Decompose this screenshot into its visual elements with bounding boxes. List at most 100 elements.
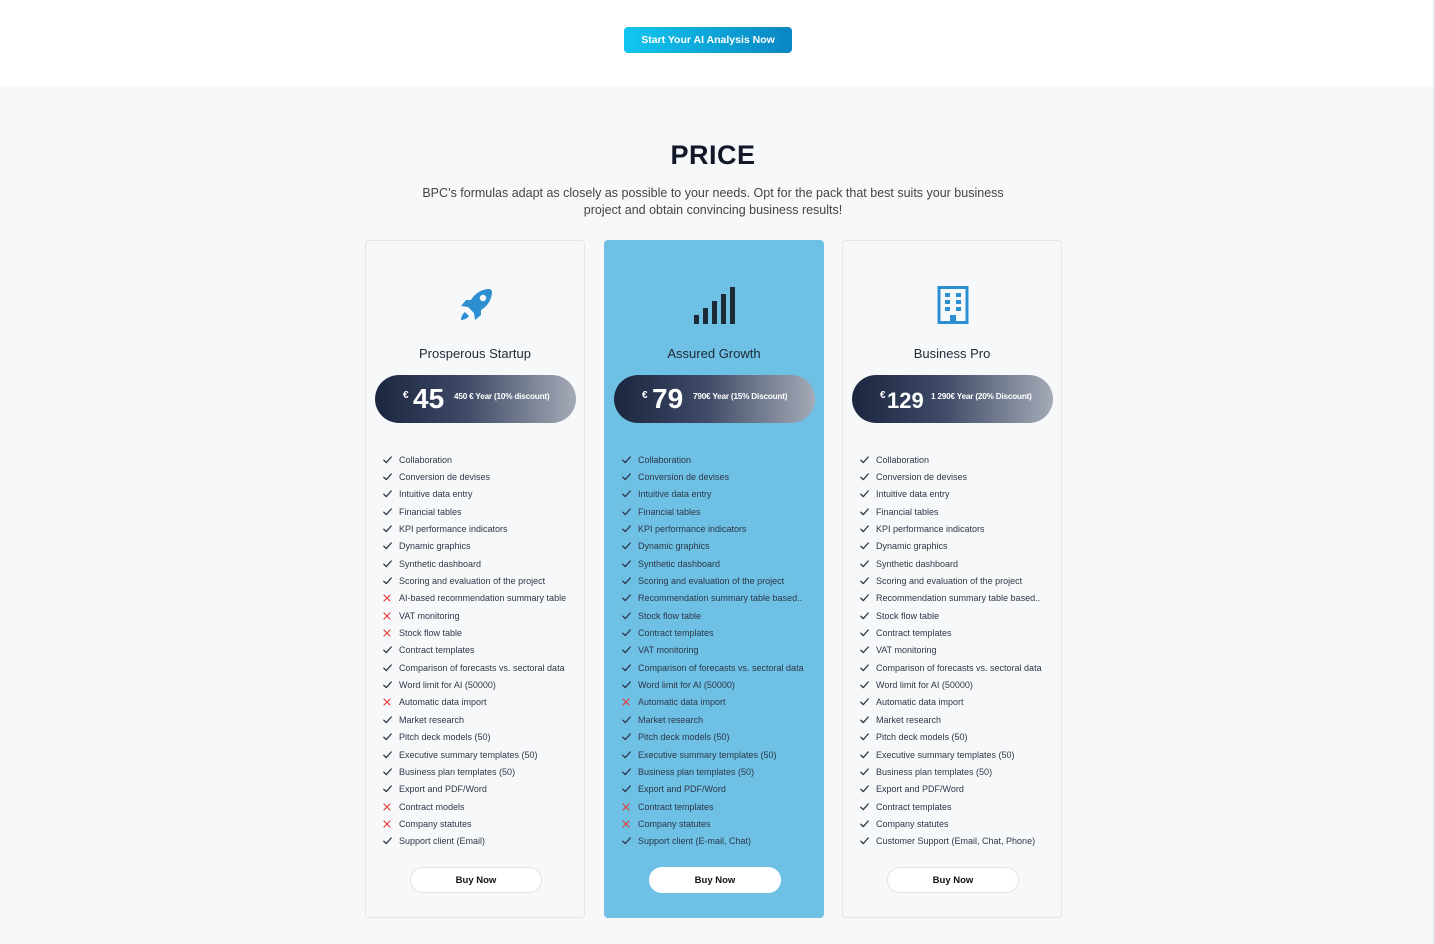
feature-label: Scoring and evaluation of the project: [876, 576, 1023, 587]
feature-item: Automatic data import: [860, 694, 1060, 711]
feature-label: Conversion de devises: [638, 472, 730, 483]
check-icon: [860, 560, 874, 568]
feature-label: Automatic data import: [399, 697, 487, 708]
check-icon: [622, 508, 636, 516]
feature-label: Collaboration: [876, 454, 930, 465]
feature-label: Support client (Email): [399, 836, 486, 847]
feature-label: Word limit for AI (50000): [399, 680, 496, 691]
feature-list: Collaboration Conversion de devises Intuit…: [622, 451, 822, 850]
check-icon: [860, 594, 874, 602]
feature-label: KPI performance indicators: [638, 524, 747, 535]
feature-label: Dynamic graphics: [399, 541, 471, 552]
feature-item: KPI performance indicators: [622, 520, 822, 537]
signal-bars-icon: [693, 285, 737, 325]
feature-label: Recommendation summary table based..: [638, 593, 803, 604]
feature-label: Executive summary templates (50): [876, 749, 1015, 760]
feature-item: Collaboration: [860, 451, 1060, 468]
check-icon: [622, 473, 636, 481]
feature-list: Collaboration Conversion de devises Intuit…: [383, 451, 583, 850]
check-icon: [622, 542, 636, 550]
feature-item: Contract templates: [622, 798, 822, 815]
check-icon: [383, 716, 397, 724]
feature-item: Business plan templates (50): [860, 763, 1060, 780]
feature-item: VAT monitoring: [860, 642, 1060, 659]
feature-label: Intuitive data entry: [399, 489, 473, 500]
check-icon: [860, 733, 874, 741]
feature-label: Contract templates: [638, 801, 714, 812]
feature-label: Contract templates: [638, 628, 714, 639]
feature-label: Market research: [399, 714, 465, 725]
feature-item: Word limit for AI (50000): [622, 676, 822, 693]
feature-item: Comparison of forecasts vs. sectoral dat…: [860, 659, 1060, 676]
price-badge: € 45 450 € Year (10% discount): [375, 375, 576, 423]
cross-icon: [622, 698, 636, 707]
feature-item: Contract models: [383, 798, 583, 815]
check-icon: [383, 646, 397, 654]
feature-label: Word limit for AI (50000): [876, 680, 973, 691]
feature-item: Stock flow table: [383, 624, 583, 641]
feature-item: Scoring and evaluation of the project: [860, 572, 1060, 589]
feature-item: Contract templates: [860, 798, 1060, 815]
feature-item: Support client (Email): [383, 833, 583, 850]
plan-name: Prosperous Startup: [418, 346, 531, 361]
check-icon: [622, 733, 636, 741]
check-icon: [622, 750, 636, 759]
buy-now-button[interactable]: Buy Now: [887, 867, 1019, 893]
feature-item: Intuitive data entry: [383, 486, 583, 503]
check-icon: [860, 698, 874, 706]
cross-icon: [622, 820, 636, 828]
feature-label: VAT monitoring: [876, 645, 937, 656]
check-icon: [383, 837, 397, 845]
feature-label: Conversion de devises: [876, 472, 968, 483]
cross-icon: [383, 698, 397, 707]
feature-item: KPI performance indicators: [383, 520, 583, 537]
feature-item: Market research: [383, 711, 583, 728]
feature-label: Business plan templates (50): [399, 766, 516, 777]
buy-now-button[interactable]: Buy Now: [410, 867, 542, 893]
feature-item: Comparison of forecasts vs. sectoral dat…: [622, 659, 822, 676]
feature-item: Stock flow table: [860, 607, 1060, 624]
feature-item: Company statutes: [860, 815, 1060, 832]
feature-label: Market research: [638, 714, 704, 725]
buy-now-button[interactable]: Buy Now: [649, 867, 781, 893]
feature-item: Scoring and evaluation of the project: [622, 572, 822, 589]
feature-item: Executive summary templates (50): [860, 746, 1060, 763]
feature-label: Automatic data import: [638, 697, 726, 708]
feature-item: Customer Support (Email, Chat, Phone): [860, 833, 1060, 850]
feature-label: Scoring and evaluation of the project: [638, 576, 785, 587]
feature-label: Stock flow table: [638, 610, 702, 621]
feature-label: Synthetic dashboard: [876, 558, 959, 569]
feature-item: Conversion de devises: [622, 468, 822, 485]
check-icon: [383, 456, 397, 464]
feature-label: VAT monitoring: [399, 610, 460, 621]
feature-item: Collaboration: [622, 451, 822, 468]
check-icon: [383, 473, 397, 481]
feature-item: Recommendation summary table based..: [622, 590, 822, 607]
cross-icon: [383, 594, 397, 603]
feature-list: Collaboration Conversion de devises Intuit…: [860, 451, 1060, 850]
feature-item: Export and PDF/Word: [622, 781, 822, 798]
feature-item: Word limit for AI (50000): [383, 676, 583, 693]
feature-label: Executive summary templates (50): [638, 749, 777, 760]
start-ai-analysis-button[interactable]: Start Your AI Analysis Now: [624, 27, 792, 53]
feature-label: Customer Support (Email, Chat, Phone): [876, 836, 1036, 847]
feature-label: Comparison of forecasts vs. sectoral dat…: [638, 662, 804, 673]
feature-label: Collaboration: [399, 454, 453, 465]
plan-name: Business Pro: [913, 346, 991, 361]
check-icon: [622, 629, 636, 637]
check-icon: [383, 542, 397, 550]
feature-item: Market research: [860, 711, 1060, 728]
feature-item: Synthetic dashboard: [383, 555, 583, 572]
feature-item: VAT monitoring: [383, 607, 583, 624]
yearly-price: 450 € Year (10% discount): [454, 392, 550, 401]
feature-label: Executive summary templates (50): [399, 749, 538, 760]
cross-icon: [622, 802, 636, 811]
feature-item: Export and PDF/Word: [383, 781, 583, 798]
feature-item: Contract templates: [622, 624, 822, 641]
feature-item: Stock flow table: [622, 607, 822, 624]
feature-item: Scoring and evaluation of the project: [383, 572, 583, 589]
feature-label: Business plan templates (50): [638, 766, 755, 777]
feature-item: Automatic data import: [383, 694, 583, 711]
feature-label: Export and PDF/Word: [876, 784, 964, 795]
price-amount: 129: [887, 388, 924, 413]
